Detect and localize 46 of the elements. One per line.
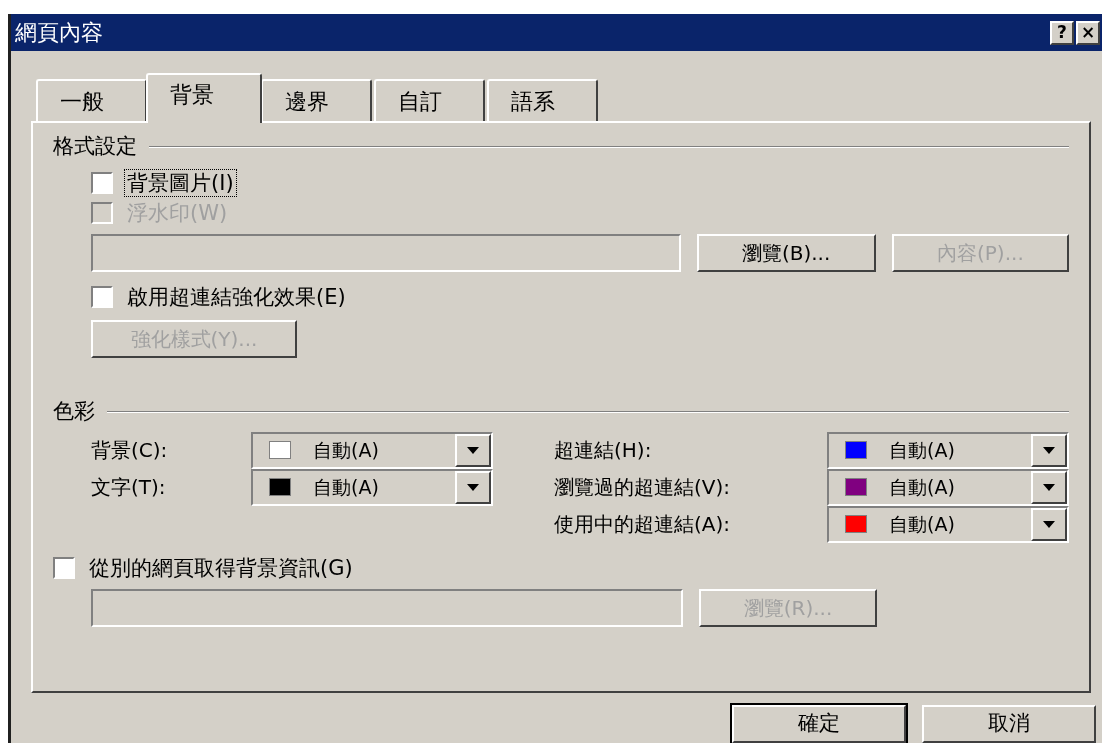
checkbox-label: 背景圖片(I) — [125, 170, 236, 197]
color-dropdown[interactable]: 自動(A) — [251, 431, 493, 469]
dropdown-arrow-button[interactable] — [1031, 433, 1067, 467]
checkbox-label: 啟用超連結強化效果(E) — [126, 284, 347, 311]
tab[interactable]: 自訂 — [374, 78, 485, 123]
input-field[interactable] — [91, 234, 681, 273]
color-dropdown[interactable]: 自動(A) — [827, 431, 1069, 469]
caret-icon — [467, 483, 479, 491]
input-field[interactable] — [91, 588, 683, 627]
dropdown-value: 自動(A) — [313, 475, 380, 500]
window-title: 網頁內容 — [15, 19, 103, 48]
dropdown-arrow-button[interactable] — [455, 433, 491, 467]
checkbox-label: 從別的網頁取得背景資訊(G) — [88, 554, 354, 581]
checkbox[interactable] — [91, 286, 113, 309]
color-dropdown[interactable]: 自動(A) — [827, 468, 1069, 506]
field-label: 背景(C): — [91, 437, 169, 465]
tab[interactable]: 背景 — [146, 72, 262, 123]
field-label: 文字(T): — [91, 474, 167, 502]
dropdown-value: 自動(A) — [889, 475, 956, 500]
caret-icon — [1043, 520, 1055, 528]
caret-icon — [1043, 446, 1055, 454]
dialog-button[interactable]: 取消 — [922, 705, 1096, 743]
field-label: 瀏覽過的超連結(V): — [554, 474, 732, 502]
dropdown-arrow-button[interactable] — [1031, 507, 1067, 541]
field-label: 使用中的超連結(A): — [554, 511, 732, 539]
tab[interactable]: 邊界 — [261, 78, 372, 123]
group-heading: 格式設定 — [53, 132, 137, 160]
caret-icon — [467, 446, 479, 454]
dropdown-arrow-button[interactable] — [455, 470, 491, 504]
caret-icon — [1043, 483, 1055, 491]
color-dropdown[interactable]: 自動(A) — [251, 468, 493, 506]
field-label: 超連結(H): — [554, 437, 653, 465]
tab[interactable]: 一般 — [36, 78, 147, 123]
dropdown-value: 自動(A) — [889, 438, 956, 463]
group-heading: 色彩 — [53, 398, 95, 426]
checkbox[interactable] — [53, 556, 75, 579]
dialog-button[interactable]: 確定 — [732, 705, 906, 743]
dropdown-value: 自動(A) — [313, 438, 380, 463]
checkbox[interactable] — [91, 172, 113, 195]
button[interactable]: 瀏覽(B)... — [696, 234, 876, 273]
title-button[interactable]: ? — [1050, 20, 1074, 45]
color-dropdown[interactable]: 自動(A) — [827, 505, 1069, 543]
dropdown-value: 自動(A) — [889, 512, 956, 537]
dropdown-arrow-button[interactable] — [1031, 470, 1067, 504]
title-button[interactable]: × — [1076, 20, 1100, 45]
tab[interactable]: 語系 — [487, 78, 598, 123]
